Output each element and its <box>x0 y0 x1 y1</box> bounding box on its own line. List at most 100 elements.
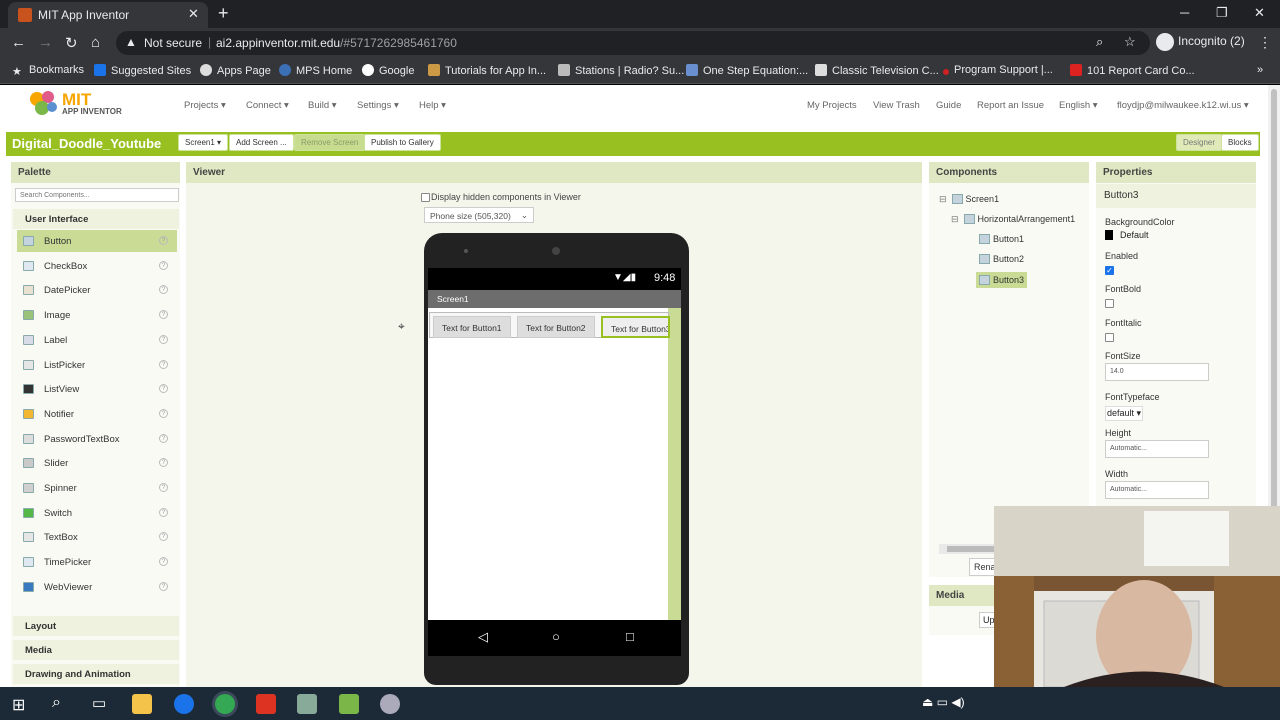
bookmark-item[interactable]: MPS Home <box>279 64 352 77</box>
incognito-badge[interactable]: Incognito (2) <box>1156 33 1245 51</box>
bookmark-item[interactable]: Google <box>362 64 414 77</box>
bookmark-item[interactable]: Suggested Sites <box>94 64 191 77</box>
more-bookmarks-icon[interactable]: » <box>1257 64 1263 76</box>
collapse-icon[interactable]: ⊟ <box>951 214 959 224</box>
palette-item-passwordtextbox[interactable]: PasswordTextBox? <box>17 428 177 450</box>
help-icon[interactable]: ? <box>159 334 168 344</box>
publish-gallery-button[interactable]: Publish to Gallery <box>364 134 441 151</box>
enabled-checkbox[interactable]: ✓ <box>1105 266 1114 275</box>
phone-button-1[interactable]: Text for Button1 <box>433 316 511 338</box>
zoom-icon[interactable]: ⌕ <box>1096 34 1103 50</box>
designer-button[interactable]: Designer <box>1176 134 1223 151</box>
url-bar[interactable]: ▲ Not secure | ai2.appinventor.mit.edu/#… <box>116 31 1150 55</box>
palette-item-spinner[interactable]: Spinner? <box>17 477 177 499</box>
palette-item-textbox[interactable]: TextBox? <box>17 526 177 548</box>
my-projects-link[interactable]: My Projects <box>807 100 857 111</box>
home-icon[interactable]: ⌂ <box>91 34 100 51</box>
palette-item-label[interactable]: Label? <box>17 329 177 351</box>
menu-settings[interactable]: Settings ▾ <box>357 100 399 111</box>
menu-projects[interactable]: Projects ▾ <box>184 100 226 111</box>
new-tab-button[interactable]: + <box>218 3 229 24</box>
tree-button1[interactable]: Button1 <box>979 234 1024 244</box>
home-circle-icon[interactable]: ○ <box>552 629 560 644</box>
windows-start-icon[interactable]: ⊞ <box>12 695 25 715</box>
forward-icon[interactable]: → <box>38 34 53 51</box>
close-window-icon[interactable]: ✕ <box>1254 5 1265 21</box>
image-app-icon[interactable] <box>297 694 317 714</box>
browser-tab[interactable]: MIT App Inventor ✕ <box>8 2 208 28</box>
back-icon[interactable]: ← <box>11 34 26 51</box>
help-icon[interactable]: ? <box>159 310 168 320</box>
tree-button2[interactable]: Button2 <box>979 254 1024 264</box>
collapse-icon[interactable]: ⊟ <box>939 194 947 204</box>
menu-build[interactable]: Build ▾ <box>308 100 337 111</box>
add-screen-button[interactable]: Add Screen ... <box>229 134 294 151</box>
help-icon[interactable]: ? <box>159 532 168 542</box>
height-input[interactable]: Automatic... <box>1105 440 1209 458</box>
remove-screen-button[interactable]: Remove Screen <box>294 134 366 151</box>
paint-icon[interactable] <box>380 694 400 714</box>
account-menu[interactable]: floydjp@milwaukee.k12.wi.us ▾ <box>1117 100 1249 111</box>
palette-item-button[interactable]: Button? <box>17 230 177 252</box>
guide-link[interactable]: Guide <box>936 100 961 111</box>
bookmark-item[interactable]: Program Support |... <box>943 64 1053 76</box>
palette-item-checkbox[interactable]: CheckBox? <box>17 255 177 277</box>
tree-button3[interactable]: Button3 <box>976 272 1028 288</box>
maximize-icon[interactable]: ❐ <box>1216 5 1228 21</box>
display-hidden-checkbox[interactable] <box>421 193 430 202</box>
palette-item-slider[interactable]: Slider? <box>17 452 177 474</box>
category-media[interactable]: Media <box>13 640 179 660</box>
bookmark-item[interactable]: Apps Page <box>200 64 271 77</box>
help-icon[interactable]: ? <box>159 557 168 567</box>
language-menu[interactable]: English ▾ <box>1059 100 1098 111</box>
search-icon[interactable]: ⌕ <box>52 694 61 712</box>
bookmark-star-icon[interactable]: ☆ <box>1124 34 1136 50</box>
help-icon[interactable]: ? <box>159 285 168 295</box>
minimize-icon[interactable]: ─ <box>1180 5 1189 20</box>
help-icon[interactable]: ? <box>159 507 168 517</box>
phone-size-select[interactable]: Phone size (505,320) ⌄ <box>424 207 534 223</box>
palette-item-listpicker[interactable]: ListPicker? <box>17 354 177 376</box>
category-user-interface[interactable]: User Interface <box>13 209 179 229</box>
palette-item-image[interactable]: Image? <box>17 304 177 326</box>
help-icon[interactable]: ? <box>159 359 168 369</box>
phone-button-3[interactable]: Text for Button3 <box>601 316 670 338</box>
phone-screen[interactable]: Text for Button1 Text for Button2 Text f… <box>428 290 681 620</box>
fonttypeface-select[interactable]: default ▾ <box>1105 406 1144 421</box>
bookmark-item[interactable]: One Step Equation:... <box>686 64 808 77</box>
bookmark-item[interactable]: 101 Report Card Co... <box>1070 64 1195 77</box>
help-icon[interactable]: ? <box>159 408 168 418</box>
palette-item-switch[interactable]: Switch? <box>17 502 177 524</box>
bookmark-item[interactable]: ★ Bookmarks <box>12 64 84 78</box>
horizontal-arrangement[interactable]: Text for Button1 Text for Button2 Text f… <box>429 312 670 338</box>
acrobat-icon[interactable] <box>256 694 276 714</box>
category-layout[interactable]: Layout <box>13 616 179 636</box>
task-view-icon[interactable]: ▭ <box>92 694 106 712</box>
file-explorer-icon[interactable] <box>132 694 152 714</box>
help-icon[interactable]: ? <box>159 433 168 443</box>
display-hidden-toggle[interactable]: Display hidden components in Viewer <box>421 192 581 202</box>
category-drawing-animation[interactable]: Drawing and Animation <box>13 664 179 684</box>
blocks-button[interactable]: Blocks <box>1221 134 1259 151</box>
help-icon[interactable]: ? <box>159 260 168 270</box>
chrome-icon[interactable] <box>215 694 235 714</box>
reload-icon[interactable]: ↻ <box>65 34 78 52</box>
help-icon[interactable]: ? <box>159 458 168 468</box>
fontsize-input[interactable]: 14.0 <box>1105 363 1209 381</box>
bookmark-item[interactable]: Stations | Radio? Su... <box>558 64 684 77</box>
fontitalic-checkbox[interactable] <box>1105 333 1114 342</box>
help-icon[interactable]: ? <box>159 236 168 245</box>
android-icon[interactable] <box>339 694 359 714</box>
logo[interactable]: MIT APP INVENTOR <box>28 87 128 121</box>
tree-horizontal-arrangement[interactable]: ⊟ HorizontalArrangement1 <box>951 214 1075 225</box>
help-icon[interactable]: ? <box>159 384 168 394</box>
palette-item-datepicker[interactable]: DatePicker? <box>17 279 177 301</box>
menu-help[interactable]: Help ▾ <box>419 100 446 111</box>
bookmark-item[interactable]: Classic Television C... <box>815 64 939 77</box>
palette-item-notifier[interactable]: Notifier? <box>17 403 177 425</box>
help-icon[interactable]: ? <box>159 581 168 591</box>
bookmark-item[interactable]: Tutorials for App In... <box>428 64 546 77</box>
tray-icons[interactable]: ⏏ ▭ ◀) <box>922 695 965 709</box>
screen-select[interactable]: Screen1 ▾ <box>178 134 229 151</box>
back-triangle-icon[interactable]: ◁ <box>478 629 488 645</box>
